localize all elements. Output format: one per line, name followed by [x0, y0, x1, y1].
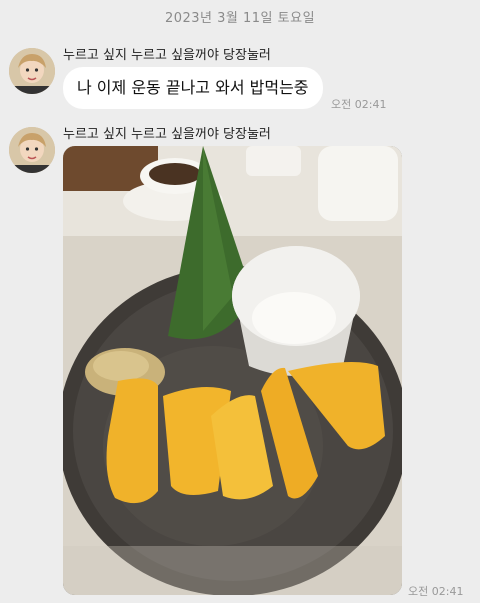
- date-separator: 2023년 3월 11일 토요일: [164, 11, 316, 26]
- message-time: 오전 02:41: [331, 98, 387, 111]
- avatar[interactable]: [9, 127, 55, 173]
- avatar[interactable]: [9, 48, 55, 94]
- sender-name: 누르고 싶지 누르고 싶을꺼야 당장눌러: [63, 48, 271, 63]
- message-bubble[interactable]: 나 이제 운동 끝나고 와서 밥먹는중: [63, 67, 323, 109]
- profile-avatar-icon: [9, 48, 55, 94]
- mango-dessert-photo-icon: [63, 146, 402, 595]
- profile-avatar-icon: [9, 127, 55, 173]
- message-time: 오전 02:41: [408, 585, 464, 598]
- photo-message[interactable]: [63, 146, 402, 595]
- sender-name: 누르고 싶지 누르고 싶을꺼야 당장눌러: [63, 127, 271, 142]
